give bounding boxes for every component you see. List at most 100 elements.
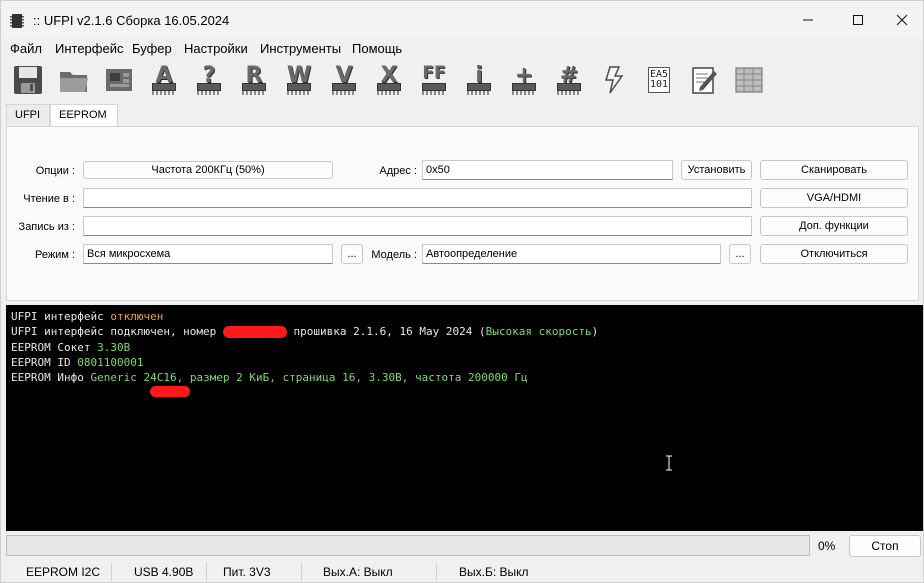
maximize-button[interactable] <box>835 1 881 39</box>
options-label: Опции : <box>35 165 75 177</box>
toolbar-save-button[interactable] <box>10 62 46 98</box>
vga-hdmi-button[interactable]: VGA/HDMI <box>760 188 908 208</box>
toolbar-hex-button[interactable]: EA5 101 <box>641 62 677 98</box>
toolbar-open-button[interactable] <box>56 62 92 98</box>
menu-bar: Файл Интерфейс Буфер Настройки Инструмен… <box>1 39 923 59</box>
status-divider <box>111 563 112 581</box>
read-to-field[interactable] <box>83 188 752 208</box>
toolbar-read-button[interactable]: R <box>236 62 272 98</box>
status-divider <box>301 563 302 581</box>
toolbar-detect-button[interactable]: ? <box>191 62 227 98</box>
log-line: EEPROM ID 0801100001 <box>11 356 918 371</box>
chip-question-icon: ? <box>194 63 224 95</box>
log-segment: UFPI интерфейс подключен, номер <box>11 325 223 339</box>
log-segment: Generic 24C16, размер 2 КиБ, страница 16… <box>90 371 528 385</box>
write-from-field[interactable] <box>83 216 752 236</box>
scan-button[interactable]: Сканировать <box>760 160 908 180</box>
frequency-button[interactable]: Частота 200КГц (50%) <box>83 161 333 179</box>
save-icon <box>14 66 42 94</box>
stop-button[interactable]: Стоп <box>849 535 921 557</box>
toolbar-write-button[interactable]: W <box>281 62 317 98</box>
menu-settings[interactable]: Настройки <box>184 41 248 56</box>
app-window: :: UFPI v2.1.6 Сборка 16.05.2024 Файл Ин… <box>0 0 924 583</box>
status-usb-voltage: USB 4.90В <box>134 565 194 579</box>
toolbar-checksum-button[interactable]: # <box>551 62 587 98</box>
model-field[interactable]: Автоопределение <box>422 244 721 264</box>
toolbar: A ? R W V X FF i + # EA5 101 <box>1 60 923 100</box>
extra-functions-button[interactable]: Доп. функции <box>760 216 908 236</box>
log-line: UFPI интерфейс подключен, номер прошивка… <box>11 325 918 340</box>
status-divider <box>436 563 437 581</box>
status-output-a: Вых.А: Выкл <box>323 565 393 579</box>
chip-w-icon: W <box>284 63 314 95</box>
status-bar: EEPROM I2C USB 4.90В Пит. 3V3 Вых.А: Вык… <box>1 561 923 583</box>
mode-field[interactable]: Вся микросхема <box>83 244 333 264</box>
log-line: UFPI интерфейс отключен <box>11 310 918 325</box>
minimize-button[interactable] <box>785 1 831 39</box>
model-browse-button[interactable]: ... <box>729 244 751 264</box>
text-cursor-icon <box>666 455 672 471</box>
toolbar-blank-check-button[interactable]: FF <box>416 62 452 98</box>
log-line: EEPROM Сокет 3.30В <box>11 341 918 356</box>
tab-eeprom[interactable]: EEPROM <box>50 104 118 127</box>
redacted-mark <box>150 386 190 397</box>
chip-r-icon: R <box>239 63 269 95</box>
menu-help[interactable]: Помощь <box>352 41 402 56</box>
close-icon <box>896 14 908 26</box>
toolbar-verify-button[interactable]: V <box>326 62 362 98</box>
status-output-b: Вых.Б: Выкл <box>459 565 529 579</box>
log-segment: EEPROM Инфо <box>11 371 91 385</box>
log-segment: 0801100001 <box>77 355 144 369</box>
menu-tools[interactable]: Инструменты <box>260 41 341 56</box>
window-title: :: UFPI v2.1.6 Сборка 16.05.2024 <box>33 13 230 28</box>
log-segment: прошивка 2.1.6, 16 May 2024 ( <box>286 325 486 339</box>
hex-box-line2: 101 <box>649 79 669 90</box>
app-icon <box>10 14 24 28</box>
redacted-mark <box>222 326 287 339</box>
title-bar: :: UFPI v2.1.6 Сборка 16.05.2024 <box>1 1 923 39</box>
close-button[interactable] <box>879 1 924 39</box>
toolbar-erase-button[interactable]: X <box>371 62 407 98</box>
menu-file[interactable]: Файл <box>10 41 42 56</box>
set-button[interactable]: Установить <box>681 160 752 180</box>
chip-x-icon: X <box>374 63 404 95</box>
minimize-icon <box>803 19 813 21</box>
toolbar-auto-button[interactable]: A <box>146 62 182 98</box>
chip-board-icon <box>106 69 132 91</box>
toolbar-buffer-button[interactable] <box>731 62 767 98</box>
progress-bar <box>6 535 810 556</box>
disconnect-button[interactable]: Отключиться <box>760 244 908 264</box>
editor-icon <box>692 67 717 94</box>
chip-a-icon: A <box>149 63 179 95</box>
address-field[interactable]: 0x50 <box>422 160 673 180</box>
write-from-label: Запись из : <box>18 221 75 233</box>
log-console[interactable]: UFPI интерфейс отключен UFPI интерфейс по… <box>6 305 923 531</box>
log-line: EEPROM Инфо Generic 24C16, размер 2 КиБ,… <box>11 371 918 386</box>
toolbar-info-button[interactable]: i <box>461 62 497 98</box>
menu-buffer[interactable]: Буфер <box>132 41 172 56</box>
toolbar-device-button[interactable] <box>101 62 137 98</box>
log-segment: EEPROM ID <box>11 355 78 369</box>
toolbar-editor-button[interactable] <box>686 62 722 98</box>
log-segment: 3.30В <box>97 340 131 354</box>
tab-ufpi[interactable]: UFPI <box>6 104 50 126</box>
toolbar-add-button[interactable]: + <box>506 62 542 98</box>
progress-percent: 0% <box>818 539 836 553</box>
chip-hash-icon: # <box>554 63 584 95</box>
chip-ff-icon: FF <box>419 63 449 95</box>
lightning-icon <box>604 66 624 94</box>
mode-label: Режим : <box>34 249 75 261</box>
hex-box-icon: EA5 101 <box>647 67 671 93</box>
log-segment: Высокая скорость <box>485 325 592 339</box>
toolbar-power-button[interactable] <box>596 62 632 98</box>
log-segment: отключен <box>110 310 164 323</box>
log-segment: ) <box>591 325 599 339</box>
chip-plus-icon: + <box>509 63 539 95</box>
status-power: Пит. 3V3 <box>223 565 271 579</box>
status-protocol: EEPROM I2C <box>26 565 101 579</box>
chip-i-icon: i <box>464 63 494 95</box>
log-segment: UFPI интерфейс <box>11 310 111 323</box>
model-label: Модель : <box>371 249 417 261</box>
menu-interface[interactable]: Интерфейс <box>55 41 123 56</box>
status-divider <box>206 563 207 581</box>
